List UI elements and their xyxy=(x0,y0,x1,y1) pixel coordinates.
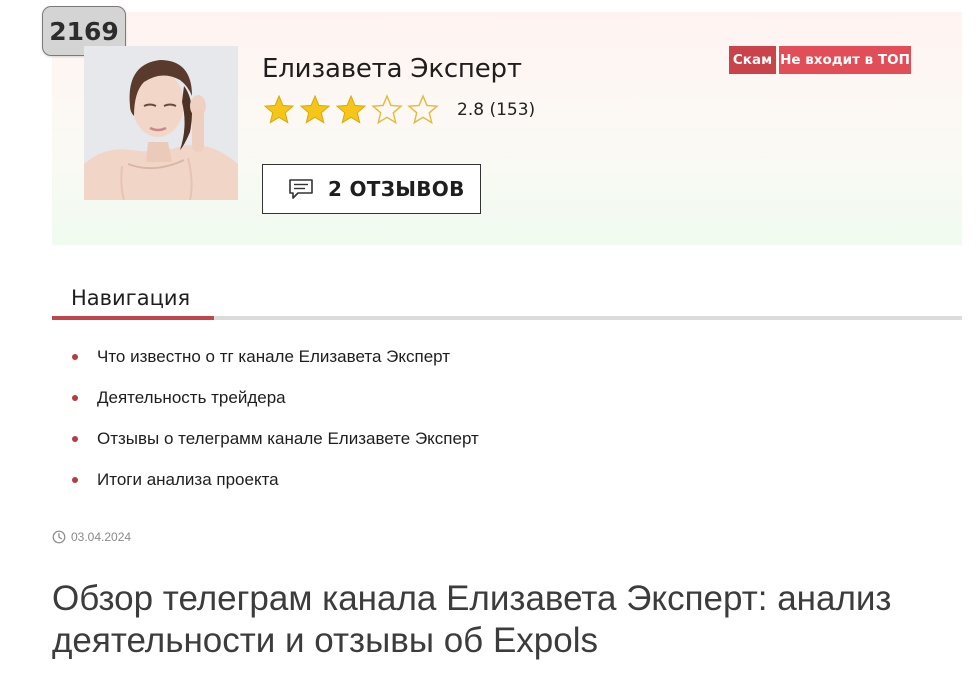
list-item: Отзывы о телеграмм канале Елизавете Эксп… xyxy=(72,418,479,459)
star-empty-icon xyxy=(407,94,439,125)
avatar xyxy=(84,46,238,200)
clock-icon xyxy=(52,530,66,544)
navigation-divider-accent xyxy=(52,316,214,320)
bullet-icon xyxy=(72,394,78,401)
star-empty-icon xyxy=(371,94,403,125)
star-full-icon xyxy=(299,94,331,124)
page-title: Обзор телеграм канала Елизавета Эксперт:… xyxy=(52,579,892,660)
publish-date: 03.04.2024 xyxy=(52,530,131,544)
list-item: Что известно о тг канале Елизавета Экспе… xyxy=(72,336,479,377)
nav-link[interactable]: Деятельность трейдера xyxy=(97,388,286,408)
rating-value: 2.8 (153) xyxy=(457,100,536,120)
nav-link[interactable]: Отзывы о телеграмм канале Елизавете Эксп… xyxy=(97,429,479,449)
bullet-icon xyxy=(72,476,78,483)
avatar-photo xyxy=(84,46,238,200)
reviews-button[interactable]: 2 ОТЗЫВОВ xyxy=(262,164,481,214)
comment-icon xyxy=(289,179,313,199)
star-full-icon xyxy=(263,94,295,124)
list-item: Итоги анализа проекта xyxy=(72,459,479,500)
rating-stars xyxy=(263,94,439,126)
star-full-icon xyxy=(335,94,367,124)
nav-link[interactable]: Что известно о тг канале Елизавета Экспе… xyxy=(97,347,450,367)
bullet-icon xyxy=(72,353,78,360)
channel-name: Елизавета Эксперт xyxy=(262,54,522,84)
list-item: Деятельность трейдера xyxy=(72,377,479,418)
bullet-icon xyxy=(72,435,78,442)
navigation-list: Что известно о тг канале Елизавета Экспе… xyxy=(72,336,479,500)
reviews-button-label: 2 ОТЗЫВОВ xyxy=(328,177,465,201)
scam-badge: Скам xyxy=(729,46,776,74)
date-text: 03.04.2024 xyxy=(71,530,132,544)
navigation-title: Навигация xyxy=(71,286,191,310)
not-in-top-badge: Не входит в ТОП xyxy=(779,46,911,74)
nav-link[interactable]: Итоги анализа проекта xyxy=(97,470,279,490)
